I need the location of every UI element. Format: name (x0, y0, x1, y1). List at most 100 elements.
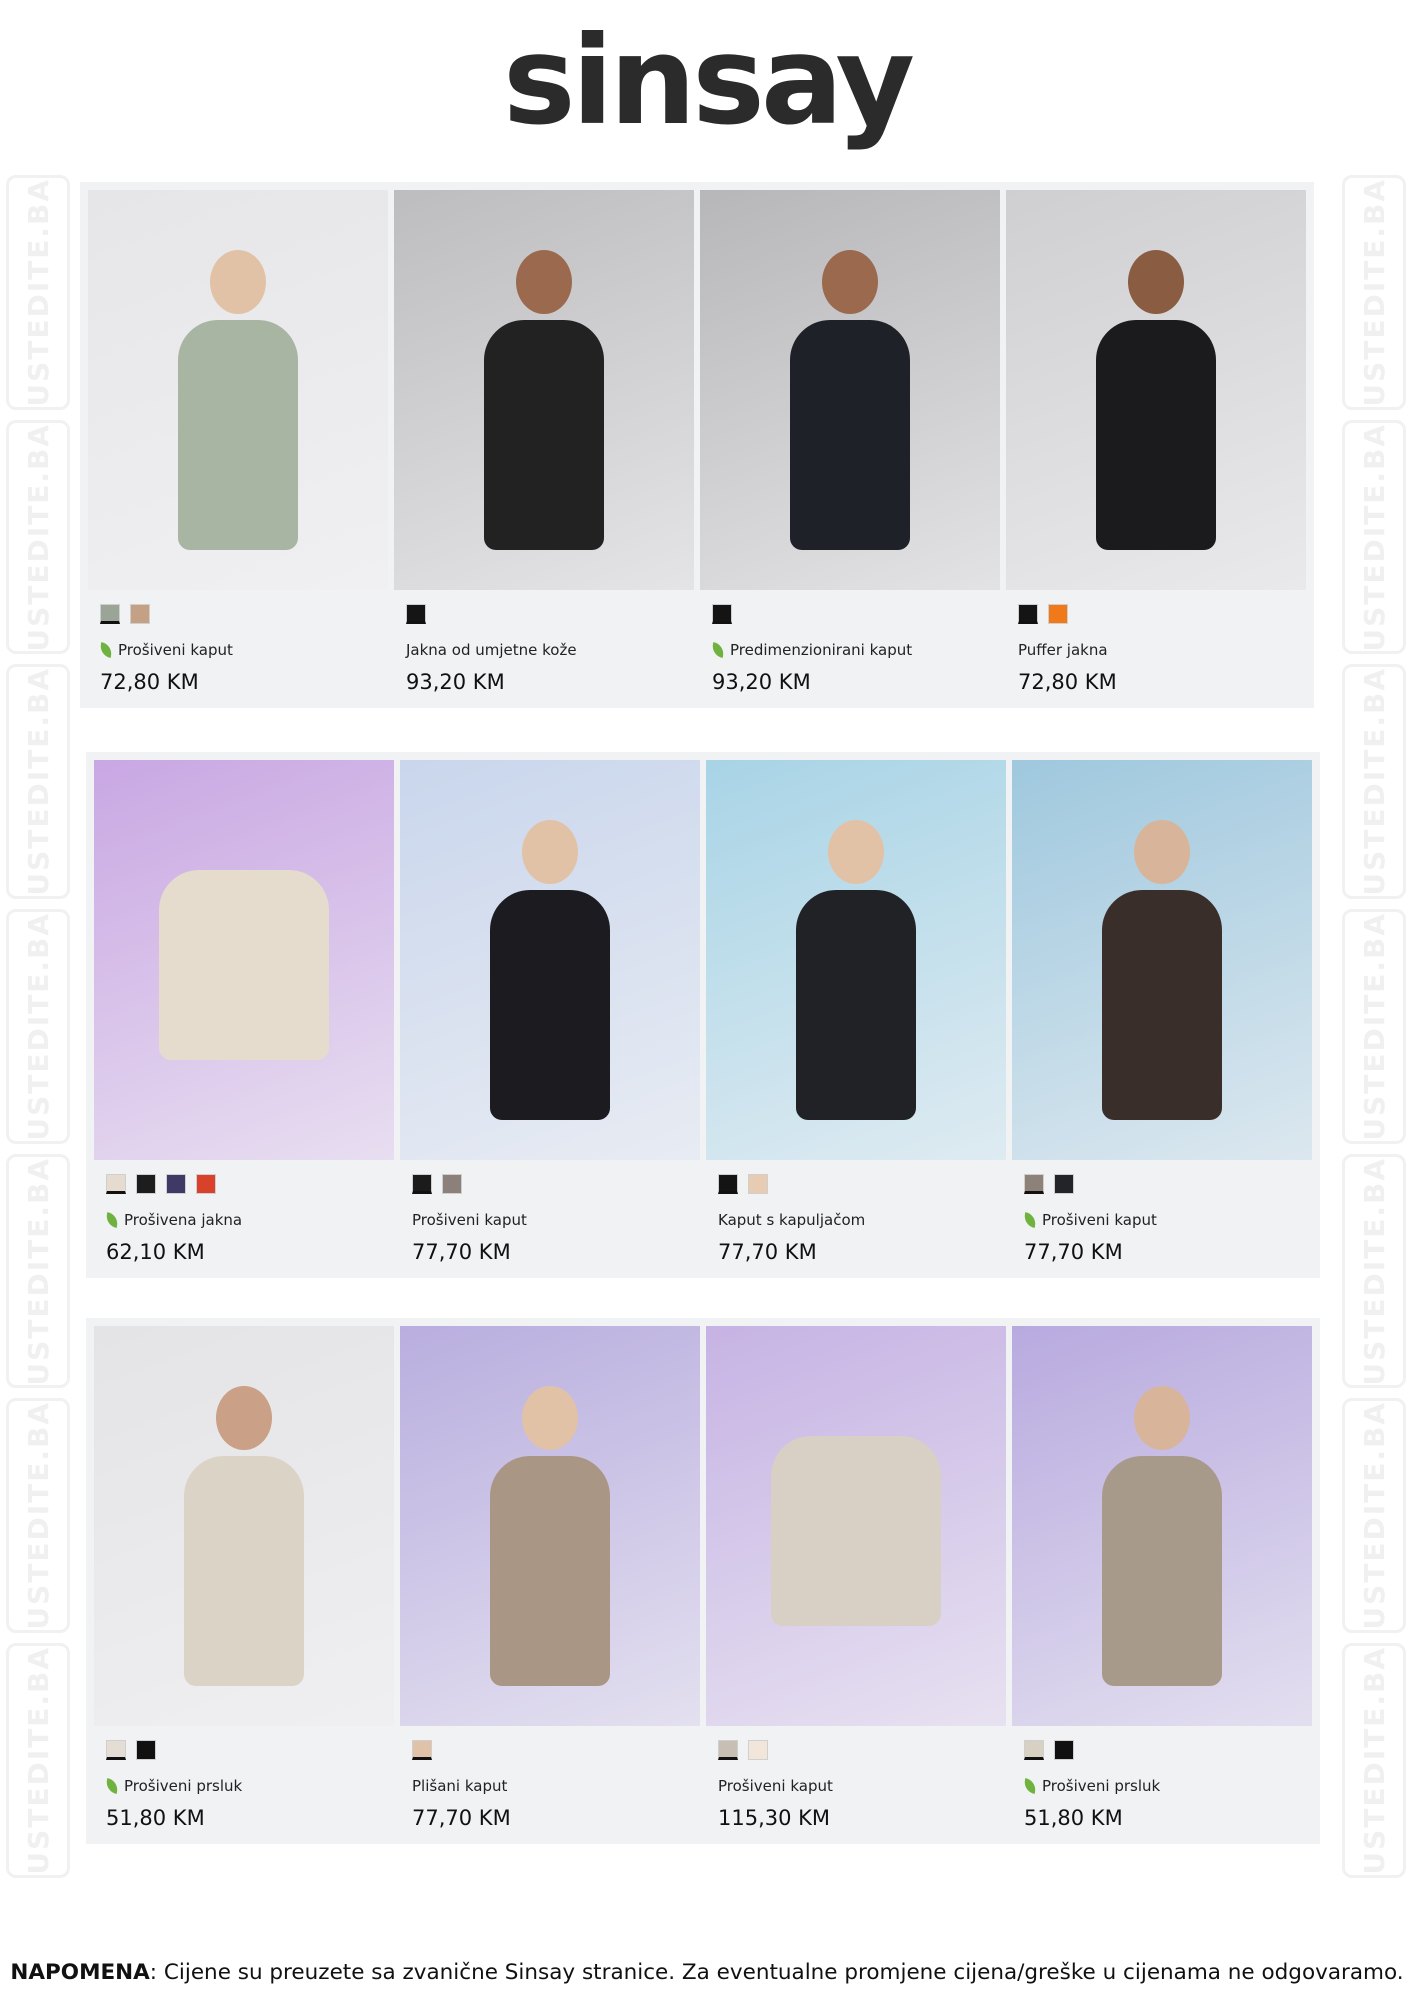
product-card[interactable]: Prošiveni kaput 115,30 KM (706, 1326, 1006, 1830)
garment-shape (796, 890, 916, 1120)
watermark-tile: USTEDITE.BA (1342, 419, 1406, 655)
product-name-row: Jakna od umjetne kože (406, 640, 694, 660)
product-card[interactable]: Prošiveni kaput 72,80 KM (88, 190, 388, 694)
model-head (216, 1386, 272, 1450)
color-swatch[interactable] (1018, 604, 1038, 624)
color-swatches (412, 1174, 700, 1196)
watermark-tile: USTEDITE.BA (6, 1398, 70, 1634)
color-swatches (106, 1740, 394, 1762)
product-photo[interactable] (94, 1326, 394, 1726)
product-photo[interactable] (394, 190, 694, 590)
color-swatch[interactable] (130, 604, 150, 624)
product-photo[interactable] (706, 760, 1006, 1160)
model-head (1134, 1386, 1190, 1450)
watermark-tile: USTEDITE.BA (6, 1643, 70, 1878)
product-card[interactable]: Puffer jakna 72,80 KM (1006, 190, 1306, 694)
color-swatch[interactable] (748, 1740, 768, 1760)
product-photo[interactable] (1012, 1326, 1312, 1726)
product-photo[interactable] (700, 190, 1000, 590)
watermark-tile: USTEDITE.BA (6, 1153, 70, 1389)
color-swatch[interactable] (718, 1740, 738, 1760)
color-swatches (412, 1740, 700, 1762)
garment-shape (790, 320, 910, 550)
color-swatch[interactable] (412, 1740, 432, 1760)
color-swatch[interactable] (1054, 1740, 1074, 1760)
color-swatch[interactable] (712, 604, 732, 624)
product-card[interactable]: Prošivena jakna 62,10 KM (94, 760, 394, 1264)
product-card[interactable]: Kaput s kapuljačom 77,70 KM (706, 760, 1006, 1264)
color-swatch[interactable] (1054, 1174, 1074, 1194)
product-name[interactable]: Kaput s kapuljačom (718, 1211, 865, 1229)
product-card[interactable]: Plišani kaput 77,70 KM (400, 1326, 700, 1830)
color-swatches (718, 1740, 1006, 1762)
product-card[interactable]: Prošiveni prsluk 51,80 KM (94, 1326, 394, 1830)
product-name[interactable]: Prošiveni prsluk (124, 1777, 242, 1795)
product-name-row: Plišani kaput (412, 1776, 700, 1796)
garment-shape (159, 870, 329, 1060)
color-swatch[interactable] (1024, 1740, 1044, 1760)
product-name[interactable]: Prošiveni kaput (118, 641, 233, 659)
product-photo[interactable] (400, 760, 700, 1160)
watermark-tile: USTEDITE.BA (1342, 909, 1406, 1144)
product-price: 77,70 KM (412, 1240, 511, 1264)
color-swatch[interactable] (406, 604, 426, 624)
eco-leaf-icon (104, 1212, 120, 1228)
eco-leaf-icon (98, 642, 114, 658)
watermark-text: USTEDITE.BA (1357, 1401, 1391, 1631)
product-photo[interactable] (88, 190, 388, 590)
product-photo[interactable] (1012, 760, 1312, 1160)
product-card[interactable]: Jakna od umjetne kože 93,20 KM (394, 190, 694, 694)
color-swatch[interactable] (718, 1174, 738, 1194)
product-name-row: Prošiveni kaput (98, 640, 388, 660)
color-swatch[interactable] (1024, 1174, 1044, 1194)
watermark-text: USTEDITE.BA (1357, 912, 1391, 1141)
color-swatch[interactable] (106, 1174, 126, 1194)
watermark-tile: USTEDITE.BA (6, 419, 70, 655)
product-section-1: Prošiveni kaput 72,80 KM Jakna od umjetne … (80, 182, 1314, 708)
product-name-row: Prošivena jakna (104, 1210, 394, 1230)
watermark-text: USTEDITE.BA (1357, 422, 1391, 652)
product-name-row: Prošiveni prsluk (104, 1776, 394, 1796)
product-card[interactable]: Prošiveni kaput 77,70 KM (400, 760, 700, 1264)
product-name[interactable]: Prošiveni kaput (412, 1211, 527, 1229)
color-swatch[interactable] (100, 604, 120, 624)
product-name[interactable]: Predimenzionirani kaput (730, 641, 912, 659)
model-head (516, 250, 572, 314)
product-name-row: Prošiveni prsluk (1022, 1776, 1312, 1796)
model-head (822, 250, 878, 314)
color-swatch[interactable] (412, 1174, 432, 1194)
product-name[interactable]: Jakna od umjetne kože (406, 641, 577, 659)
color-swatch[interactable] (442, 1174, 462, 1194)
product-card[interactable]: Prošiveni prsluk 51,80 KM (1012, 1326, 1312, 1830)
eco-leaf-icon (1022, 1212, 1038, 1228)
product-name[interactable]: Prošiveni kaput (718, 1777, 833, 1795)
product-photo[interactable] (706, 1326, 1006, 1726)
color-swatch[interactable] (106, 1740, 126, 1760)
product-price: 51,80 KM (106, 1806, 205, 1830)
brand-logo[interactable]: sinsay (0, 0, 1414, 170)
watermark-right: USTEDITE.BA USTEDITE.BA USTEDITE.BA USTEDIT… (1342, 175, 1406, 1878)
product-card[interactable]: Prošiveni kaput 77,70 KM (1012, 760, 1312, 1264)
product-card[interactable]: Predimenzionirani kaput 93,20 KM (700, 190, 1000, 694)
color-swatch[interactable] (1048, 604, 1068, 624)
product-section-2: Prošivena jakna 62,10 KM Prošiveni kaput 77… (86, 752, 1320, 1278)
product-name[interactable]: Prošivena jakna (124, 1211, 242, 1229)
color-swatch[interactable] (196, 1174, 216, 1194)
product-photo[interactable] (400, 1326, 700, 1726)
color-swatch[interactable] (136, 1740, 156, 1760)
color-swatch[interactable] (136, 1174, 156, 1194)
garment-shape (1102, 1456, 1222, 1686)
color-swatch[interactable] (166, 1174, 186, 1194)
garment-shape (484, 320, 604, 550)
product-name[interactable]: Puffer jakna (1018, 641, 1108, 659)
watermark-text: USTEDITE.BA (21, 178, 55, 407)
color-swatch[interactable] (748, 1174, 768, 1194)
product-photo[interactable] (1006, 190, 1306, 590)
product-price: 93,20 KM (712, 670, 811, 694)
product-name-row: Puffer jakna (1018, 640, 1306, 660)
product-name[interactable]: Plišani kaput (412, 1777, 507, 1795)
product-name[interactable]: Prošiveni kaput (1042, 1211, 1157, 1229)
footer-note-text: : Cijene su preuzete sa zvanične Sinsay … (149, 1960, 1404, 1985)
product-photo[interactable] (94, 760, 394, 1160)
product-name[interactable]: Prošiveni prsluk (1042, 1777, 1160, 1795)
